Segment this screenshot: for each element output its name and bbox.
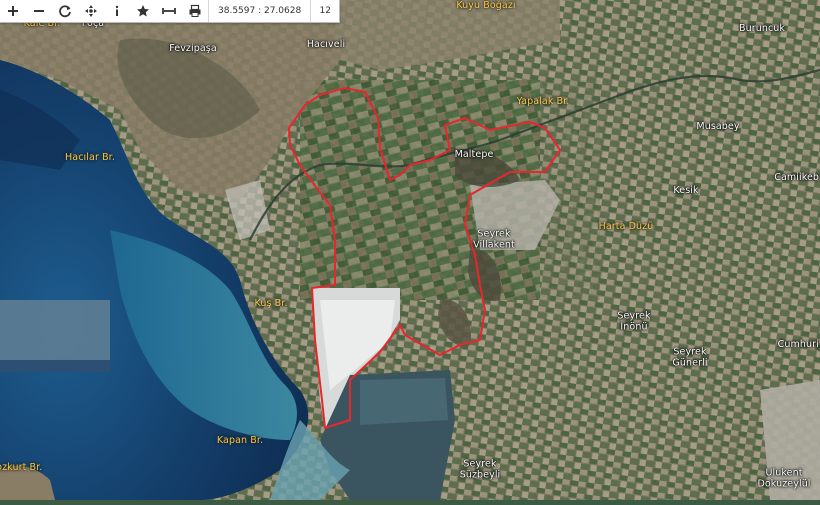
satellite-map[interactable] — [0, 0, 820, 500]
printer-icon — [189, 4, 201, 17]
satellite-imagery — [0, 0, 820, 500]
favorite-button[interactable] — [130, 0, 156, 22]
move-icon — [85, 5, 97, 17]
pan-button[interactable] — [78, 0, 104, 22]
star-icon — [137, 5, 149, 17]
print-button[interactable] — [182, 0, 208, 22]
info-icon — [115, 5, 119, 16]
zoom-in-button[interactable] — [0, 0, 26, 22]
zoom-out-button[interactable] — [26, 0, 52, 22]
refresh-button[interactable] — [52, 0, 78, 22]
coordinates-display: 38.5597 : 27.0628 — [208, 0, 312, 22]
refresh-icon — [59, 5, 71, 18]
measure-icon — [162, 8, 176, 14]
map-toolbar: 38.5597 : 27.0628 12 — [0, 0, 341, 23]
zoom-level-display: 12 — [319, 6, 331, 16]
measure-button[interactable] — [156, 0, 182, 22]
plus-icon — [8, 6, 18, 16]
minus-icon — [34, 10, 44, 12]
info-button[interactable] — [104, 0, 130, 22]
